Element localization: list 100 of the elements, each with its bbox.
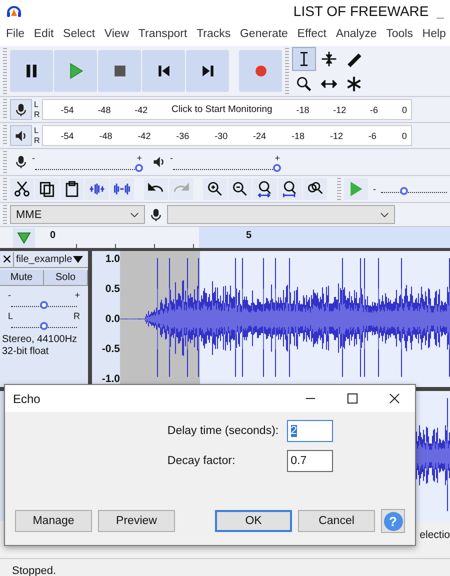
playback-speed-slider[interactable]	[400, 186, 408, 194]
paste-icon	[63, 180, 81, 198]
dropdown-arrow-icon	[73, 256, 84, 262]
menu-item[interactable]: Edit	[34, 28, 54, 40]
timeline-label: 0	[50, 230, 56, 241]
record-button[interactable]	[239, 50, 282, 92]
menu-item[interactable]: Transport	[138, 28, 188, 40]
zoom-out-icon	[231, 180, 249, 198]
gain-slider[interactable]	[40, 301, 48, 309]
meter-scale-label: -6	[368, 130, 376, 140]
dialog-button[interactable]: OK	[215, 510, 292, 532]
status-text: Stopped.	[12, 565, 56, 576]
meter-scale-label: 0	[402, 104, 407, 114]
audio-host-dropdown[interactable]: MME	[10, 205, 145, 224]
microphone-icon	[149, 206, 163, 222]
slider-max-label: +	[274, 154, 280, 163]
meter-scale-label: -6	[370, 104, 378, 114]
menu-item[interactable]: Effect	[297, 28, 326, 40]
undo-button[interactable]	[144, 178, 168, 200]
playback-volume-slider[interactable]	[273, 164, 281, 172]
meter-scale-label: -24	[253, 130, 266, 140]
gain-min-label: -	[8, 291, 11, 300]
pan-right-label: R	[74, 312, 80, 321]
zoom-icon	[295, 74, 313, 92]
cut-icon	[13, 180, 31, 198]
microphone-icon	[14, 155, 28, 169]
input-field[interactable]: 0.7	[286, 450, 333, 472]
pan-left-label: L	[8, 312, 14, 321]
stop-button[interactable]	[98, 50, 141, 92]
close-icon	[2, 255, 10, 263]
pause-button[interactable]	[10, 50, 53, 92]
meter-scale-label: -18	[292, 130, 305, 140]
menu-item[interactable]: Help	[422, 28, 446, 40]
field-label: Delay time (seconds):	[167, 425, 279, 437]
skip-start-button[interactable]	[142, 50, 185, 92]
menu-item[interactable]: Analyze	[336, 28, 377, 40]
meter-scale-label: -48	[99, 130, 112, 140]
speaker-icon	[14, 128, 28, 142]
solo-button[interactable]: Solo	[44, 270, 88, 285]
menu-item[interactable]: Generate	[240, 28, 288, 40]
window-title: LIST OF FREEWARE	[293, 3, 429, 19]
copy-button[interactable]	[35, 178, 59, 200]
meter-scale-label: -54	[60, 104, 74, 114]
meter-scale-label: -12	[330, 130, 343, 140]
amplitude-scale-label: 1.0	[105, 253, 120, 265]
chevron-down-icon	[380, 212, 389, 218]
minimize-button[interactable]: _	[436, 4, 444, 18]
meter-scale-label: -48	[98, 104, 111, 114]
meter-scale-label: -42	[134, 104, 148, 114]
gain-max-label: +	[74, 291, 80, 300]
meter-scale-label: -42	[138, 130, 151, 140]
microphone-icon	[14, 102, 28, 116]
zoom-in-button[interactable]	[203, 178, 227, 200]
zoom-toggle-button[interactable]	[303, 178, 327, 200]
input-field[interactable]: 2	[286, 420, 333, 442]
meter-scale-label: -18	[296, 104, 310, 114]
recording-volume-slider[interactable]	[135, 164, 143, 172]
track-info-text: Stereo, 44100Hz	[2, 334, 78, 346]
silence-button[interactable]	[110, 178, 134, 200]
menu-item[interactable]: File	[6, 28, 25, 40]
left-channel-label: L	[34, 100, 40, 110]
headphones-logo-icon	[6, 3, 22, 19]
speaker-icon	[152, 155, 166, 169]
dialog-button[interactable]: Preview	[98, 510, 175, 532]
timeline-options-button[interactable]	[13, 228, 35, 248]
amplitude-scale-label: -1.0	[102, 373, 120, 385]
mute-button[interactable]: Mute	[0, 270, 44, 285]
monitoring-hint[interactable]: Click to Start Monitoring	[172, 104, 272, 115]
amplitude-scale-label: 0.5	[105, 283, 120, 295]
amplitude-scale-label: 0.0	[105, 313, 120, 325]
right-channel-label: R	[34, 110, 40, 120]
dialog-button[interactable]: Cancel	[298, 510, 375, 532]
dialog-button[interactable]: Manage	[15, 510, 92, 532]
meter-scale-label: -54	[60, 130, 74, 140]
fit-selection-button[interactable]	[253, 178, 277, 200]
trim-button[interactable]	[85, 178, 109, 200]
pan-slider[interactable]	[40, 322, 48, 330]
meter-scale-label: -36	[176, 130, 190, 140]
right-channel-label: R	[34, 136, 40, 146]
skip-end-button[interactable]	[186, 50, 229, 92]
dialog-title: Echo	[13, 392, 40, 406]
menu-item[interactable]: Select	[63, 28, 96, 40]
paste-button[interactable]	[60, 178, 84, 200]
meter-scale-label: 0	[402, 130, 407, 140]
menu-item[interactable]: View	[104, 28, 130, 40]
cut-button[interactable]	[10, 178, 34, 200]
microphone-meter-button[interactable]	[10, 99, 32, 120]
menu-item[interactable]: Tracks	[196, 28, 231, 40]
slider-max-label: +	[136, 154, 142, 163]
envelope-icon	[320, 50, 338, 68]
menu-item[interactable]: Tools	[386, 28, 413, 40]
select-tool[interactable]	[292, 46, 316, 70]
zoom-out-button[interactable]	[228, 178, 252, 200]
speaker-meter-button[interactable]	[10, 125, 32, 146]
amplitude-scale-label: -0.5	[102, 343, 120, 355]
track-name-menu[interactable]: file_example	[14, 254, 72, 264]
multi-icon	[345, 74, 363, 92]
track-info-text: 32-bit float	[2, 346, 50, 358]
fit-project-button[interactable]	[278, 178, 302, 200]
close-icon	[388, 393, 400, 404]
